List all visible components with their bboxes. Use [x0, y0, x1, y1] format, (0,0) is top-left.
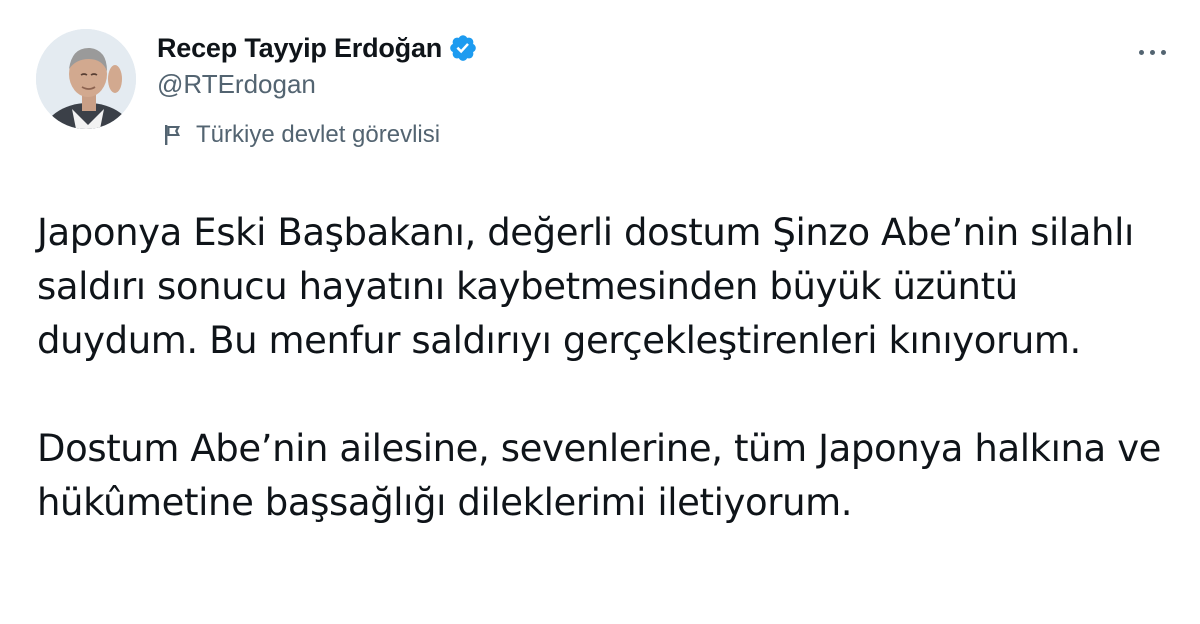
account-label-text[interactable]: Türkiye devlet görevlisi — [196, 121, 440, 149]
avatar[interactable] — [36, 29, 136, 129]
more-options-button[interactable] — [1124, 32, 1180, 72]
profile-photo-icon — [36, 29, 136, 129]
name-row: Recep Tayyip Erdoğan — [157, 28, 478, 68]
tweet-text: Japonya Eski Başbakanı, değerli dostum Ş… — [37, 206, 1167, 530]
tweet-paragraph: Japonya Eski Başbakanı, değerli dostum Ş… — [37, 211, 1134, 362]
more-options-icon — [1138, 49, 1144, 55]
author-info: Recep Tayyip Erdoğan @RTErdogan — [157, 28, 478, 100]
tweet-paragraph: Dostum Abe’nin ailesine, sevenlerine, tü… — [37, 427, 1162, 524]
flag-icon — [162, 123, 186, 147]
tweet-card: Recep Tayyip Erdoğan @RTErdogan Türkiye … — [0, 0, 1200, 624]
verified-badge-icon — [448, 33, 478, 63]
account-label: Türkiye devlet görevlisi — [162, 121, 440, 149]
handle[interactable]: @RTErdogan — [157, 69, 478, 100]
display-name[interactable]: Recep Tayyip Erdoğan — [157, 33, 442, 64]
